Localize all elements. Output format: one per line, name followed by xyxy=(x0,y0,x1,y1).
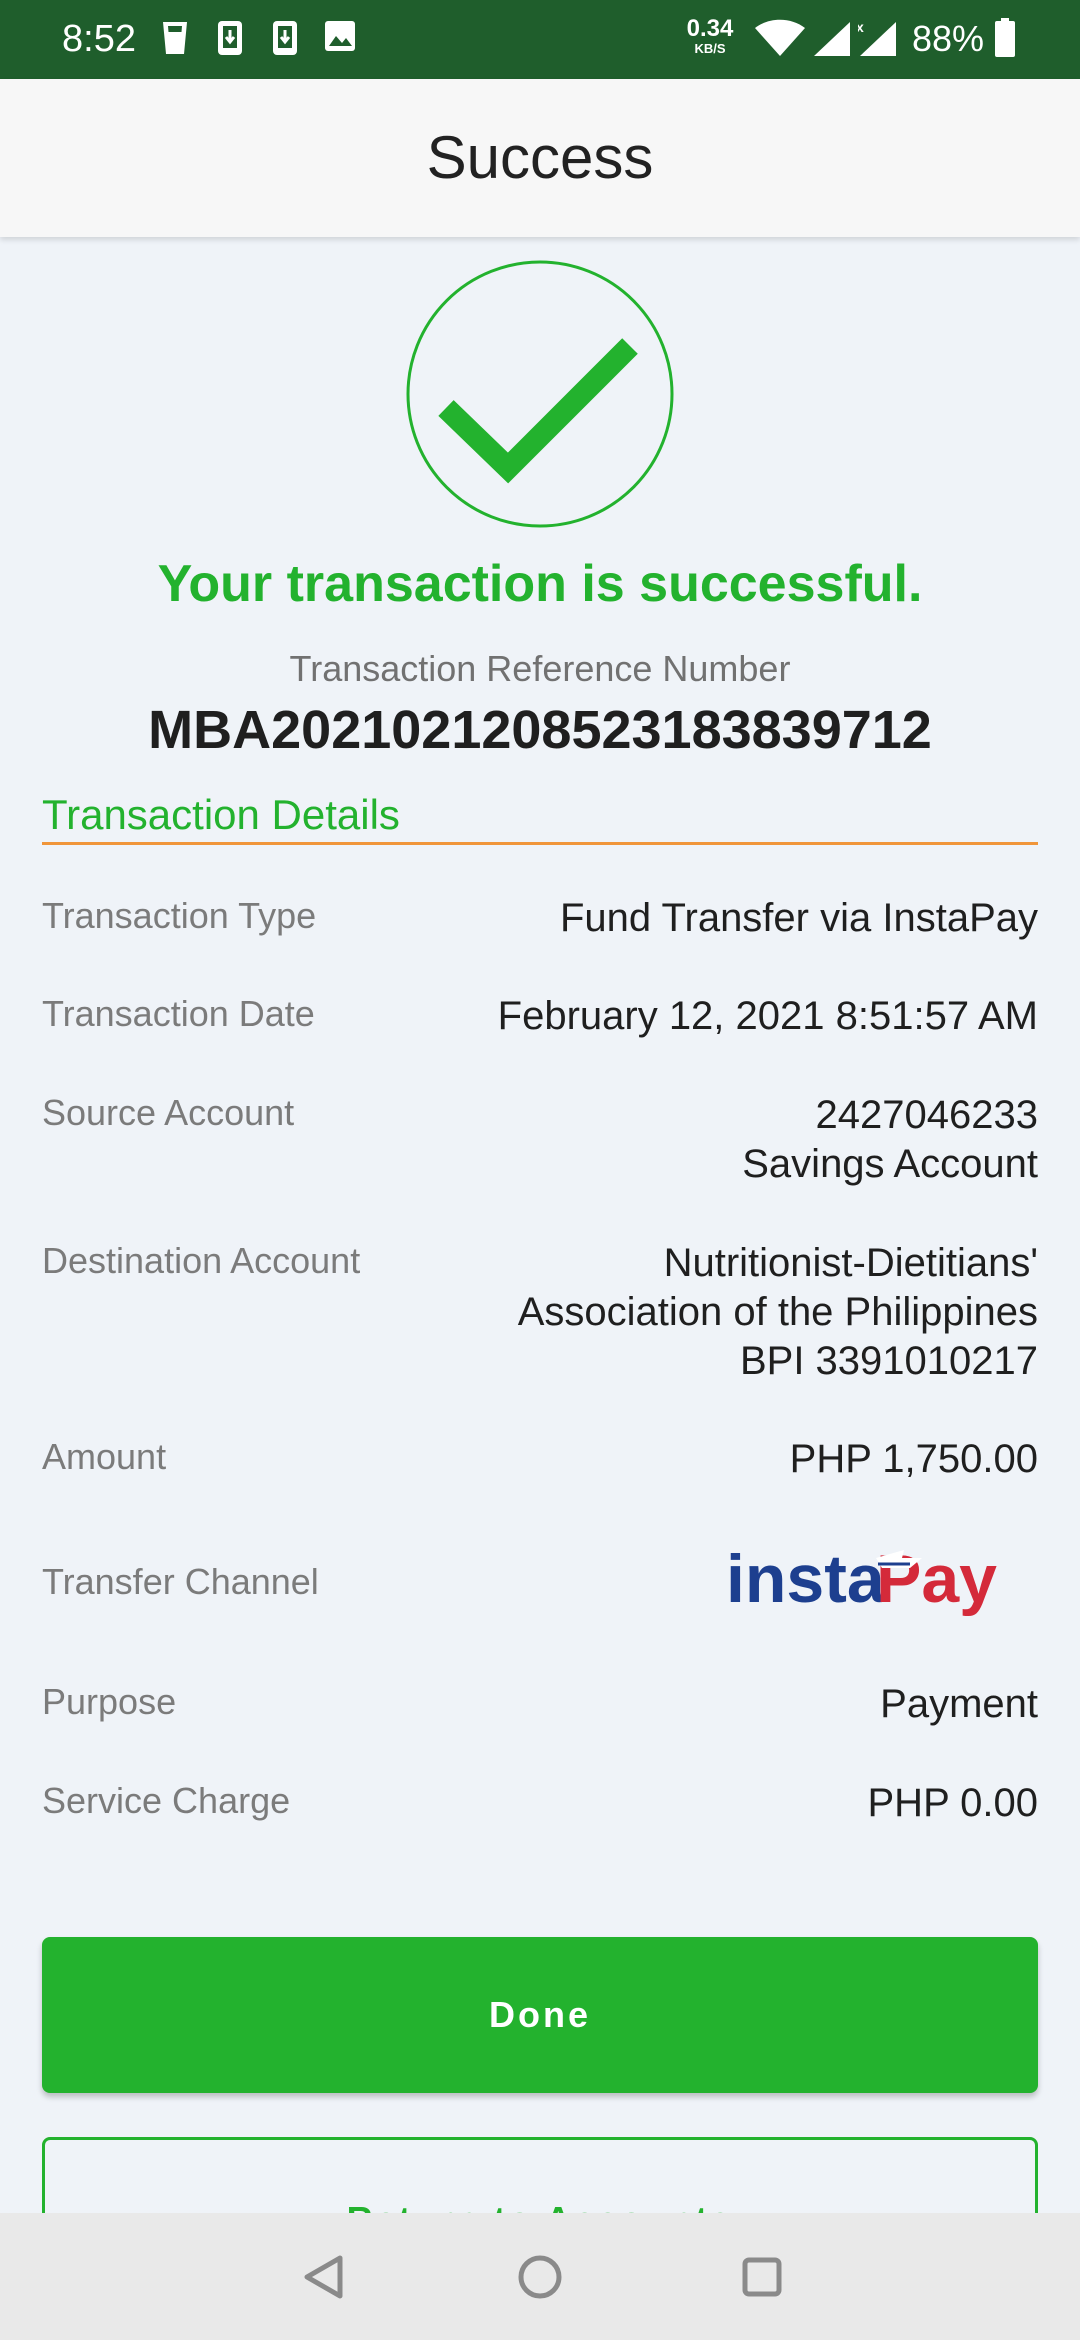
page-title: Success xyxy=(426,124,654,191)
success-message: Your transaction is successful. xyxy=(157,555,923,613)
detail-label: Amount xyxy=(42,1436,167,1477)
detail-value: Nutritionist-Dietitians' Association of … xyxy=(518,1239,1038,1386)
status-bar: 8:52 0.34 KB/S x 88% xyxy=(0,0,1080,79)
detail-label: Purpose xyxy=(42,1681,177,1722)
detail-label: Service Charge xyxy=(42,1780,291,1821)
home-icon[interactable] xyxy=(480,2213,600,2340)
signal-icon: x xyxy=(858,20,896,56)
amount-value: PHP 1,750.00 xyxy=(789,1437,1038,1481)
battery-icon xyxy=(995,18,1015,57)
detail-value: Payment xyxy=(880,1680,1038,1729)
screen: 8:52 0.34 KB/S x 88% Success Your transa… xyxy=(0,0,1080,2340)
download-icon xyxy=(218,21,242,55)
source-account-type: Savings Account xyxy=(742,1142,1038,1186)
image-icon xyxy=(325,21,355,51)
back-icon[interactable] xyxy=(262,2213,382,2340)
section-divider xyxy=(42,842,1038,845)
network-speed-unit: KB/S xyxy=(694,41,726,56)
network-speed-value: 0.34 xyxy=(686,15,734,42)
detail-label: Transaction Date xyxy=(42,993,315,1034)
detail-label: Transfer Channel xyxy=(42,1561,319,1602)
done-button[interactable]: Done xyxy=(42,1937,1038,2093)
reference-number: MBA2021021208523183839712 xyxy=(148,700,932,760)
download-icon xyxy=(273,21,297,55)
wifi-icon xyxy=(755,19,805,56)
detail-label: Transaction Type xyxy=(42,895,317,936)
instapay-logo-insta: insta xyxy=(726,1544,886,1617)
network-speed: 0.34 KB/S xyxy=(682,16,738,56)
app-bar: Success xyxy=(0,79,1080,237)
reference-number-label: Transaction Reference Number xyxy=(289,648,791,689)
detail-label: Source Account xyxy=(42,1092,295,1133)
transaction-date-value: February 12, 2021 8:51:57 AM xyxy=(497,994,1038,1038)
destination-account-name-line1: Nutritionist-Dietitians' xyxy=(663,1241,1038,1285)
instapay-logo: insta Pay xyxy=(726,1544,997,1617)
detail-value: PHP 0.00 xyxy=(868,1779,1039,1828)
signal-icon xyxy=(814,22,850,56)
detail-value: Fund Transfer via InstaPay xyxy=(560,894,1038,943)
detail-label: Destination Account xyxy=(42,1240,361,1281)
svg-text:x: x xyxy=(858,20,864,35)
detail-value: 2427046233 Savings Account xyxy=(742,1091,1038,1189)
service-charge-value: PHP 0.00 xyxy=(867,1781,1039,1825)
check-circle-icon xyxy=(406,260,674,528)
battery-percent: 88% xyxy=(912,18,985,59)
glass-icon xyxy=(163,22,187,54)
transaction-type-value: Fund Transfer via InstaPay xyxy=(559,896,1038,940)
destination-account-name-line2: Association of the Philippines xyxy=(517,1290,1038,1334)
source-account-number: 2427046233 xyxy=(815,1093,1038,1137)
purpose-value: Payment xyxy=(880,1682,1038,1726)
recents-icon[interactable] xyxy=(702,2213,822,2340)
system-nav-bar xyxy=(0,2213,1080,2340)
status-time: 8:52 xyxy=(62,18,136,60)
transaction-details-heading: Transaction Details xyxy=(42,791,400,838)
destination-account-number: BPI 3391010217 xyxy=(739,1339,1038,1383)
detail-value: February 12, 2021 8:51:57 AM xyxy=(498,992,1038,1041)
detail-value: PHP 1,750.00 xyxy=(790,1435,1038,1484)
